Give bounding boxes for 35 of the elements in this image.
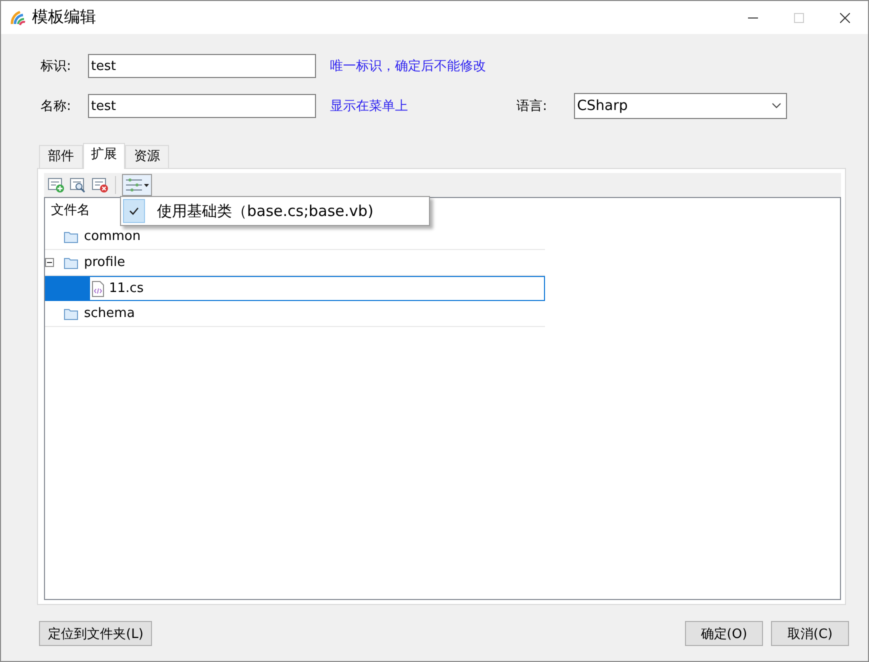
language-dropdown[interactable]: CSharp: [574, 93, 787, 119]
delete-file-icon[interactable]: [91, 177, 109, 193]
preview-file-icon[interactable]: [69, 177, 87, 193]
text-field[interactable]: test: [88, 94, 316, 118]
add-file-icon[interactable]: [47, 177, 65, 193]
code-file-icon: [92, 280, 104, 296]
text-field[interactable]: test: [88, 54, 316, 78]
tab[interactable]: 部件: [39, 145, 83, 168]
action-button[interactable]: 定位到文件夹(L): [39, 621, 152, 646]
check-icon: [129, 207, 139, 215]
folder-icon: [63, 256, 79, 270]
folder-icon: [63, 230, 79, 244]
file-name: profile: [84, 255, 126, 270]
chevron-icon: [772, 103, 781, 109]
collapse-icon[interactable]: [45, 258, 54, 267]
field-label: 标识:: [40, 58, 72, 75]
window-title: 模板编辑: [32, 7, 96, 28]
sliders-icon: [125, 178, 149, 192]
options-dropdown-button[interactable]: [122, 174, 152, 196]
file-name: 11.cs: [109, 281, 144, 296]
hint-text: 唯一标识，确定后不能修改: [330, 58, 486, 75]
field-label: 语言:: [516, 98, 548, 115]
tree-row[interactable]: schema: [45, 301, 545, 327]
hint-text: 显示在菜单上: [330, 98, 408, 115]
app-logo-icon: [10, 10, 26, 26]
folder-icon: [63, 306, 79, 320]
file-name: schema: [84, 306, 135, 321]
field-label: 名称:: [40, 98, 72, 115]
column-header: 文件名: [51, 203, 90, 218]
file-name: common: [84, 229, 141, 244]
close-icon[interactable]: [840, 12, 850, 22]
action-button[interactable]: 取消(C): [771, 621, 849, 646]
tab[interactable]: 资源: [125, 145, 169, 168]
action-button[interactable]: 确定(O): [685, 621, 763, 646]
tab[interactable]: 扩展: [83, 143, 125, 169]
